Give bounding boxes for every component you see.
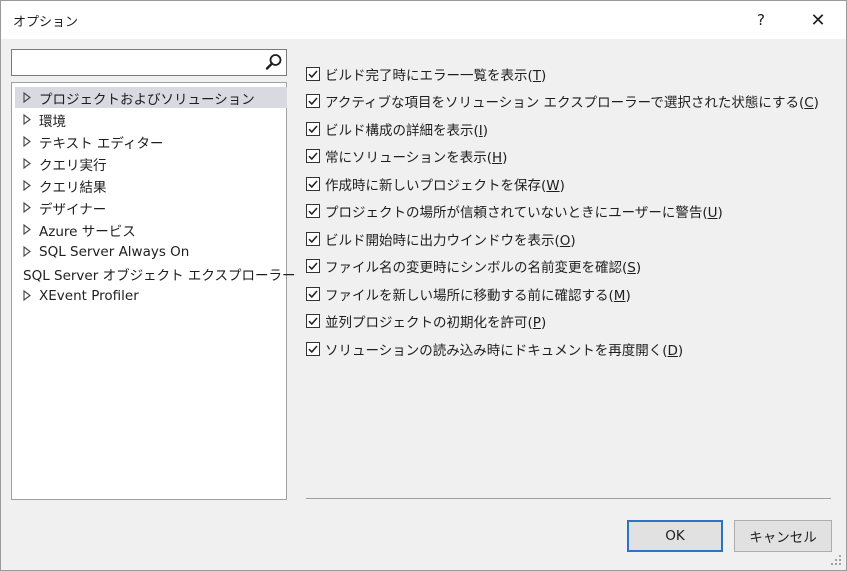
option-label: 常にソリューションを表示(H) bbox=[325, 150, 508, 166]
tree-item-label: クエリ結果 bbox=[39, 179, 107, 196]
tree-item-query-execution[interactable]: クエリ実行 bbox=[15, 153, 287, 174]
cancel-button[interactable]: キャンセル bbox=[734, 520, 832, 552]
option-label: 作成時に新しいプロジェクトを保存(W) bbox=[325, 178, 565, 194]
ok-button[interactable]: OK bbox=[627, 520, 723, 552]
tree-item-environment[interactable]: 環境 bbox=[15, 109, 287, 130]
checkmark-icon bbox=[308, 97, 318, 106]
separator bbox=[306, 498, 831, 499]
tree-item-label: Azure サービス bbox=[39, 223, 136, 240]
search-box bbox=[11, 49, 287, 76]
tree-item-sql-object-explorer[interactable]: SQL Server オブジェクト エクスプローラー bbox=[15, 263, 295, 284]
expand-arrow-icon[interactable] bbox=[19, 153, 35, 174]
checkmark-icon bbox=[308, 235, 318, 244]
title-bar: オプション ? ✕ bbox=[1, 1, 846, 39]
checkbox[interactable] bbox=[306, 177, 320, 191]
checkmark-icon bbox=[308, 125, 318, 134]
help-button[interactable]: ? bbox=[738, 1, 784, 39]
tree-item-projects-solutions[interactable]: プロジェクトおよびソリューション bbox=[15, 87, 287, 108]
option-label: ソリューションの読み込み時にドキュメントを再度開く(D) bbox=[325, 343, 684, 359]
option-label: ファイルを新しい場所に移動する前に確認する(M) bbox=[325, 288, 631, 304]
expand-arrow-icon[interactable] bbox=[19, 175, 35, 196]
checkmark-icon bbox=[308, 345, 318, 354]
option-reopen-documents[interactable]: ソリューションの読み込み時にドキュメントを再度開く(D) bbox=[306, 338, 683, 360]
option-show-error-list[interactable]: ビルド完了時にエラー一覧を表示(T) bbox=[306, 63, 546, 85]
option-track-active-item[interactable]: アクティブな項目をソリューション エクスプローラーで選択された状態にする(C) bbox=[306, 90, 819, 112]
dialog-title: オプション bbox=[13, 15, 79, 30]
tree-item-xevent-profiler[interactable]: XEvent Profiler bbox=[15, 285, 287, 306]
tree-item-sql-always-on[interactable]: SQL Server Always On bbox=[15, 241, 287, 262]
checkbox[interactable] bbox=[306, 314, 320, 328]
checkbox[interactable] bbox=[306, 67, 320, 81]
tree-item-label: SQL Server Always On bbox=[39, 243, 190, 260]
option-always-show-solution[interactable]: 常にソリューションを表示(H) bbox=[306, 145, 507, 167]
checkmark-icon bbox=[308, 290, 318, 299]
option-label: ビルド開始時に出力ウインドウを表示(O) bbox=[325, 233, 576, 249]
tree-item-label: プロジェクトおよびソリューション bbox=[39, 91, 255, 108]
checkmark-icon bbox=[308, 317, 318, 326]
options-dialog: オプション ? ✕ プロジェクトおよびソリューション 環境 テキスト エディター… bbox=[0, 0, 847, 571]
option-save-new-projects[interactable]: 作成時に新しいプロジェクトを保存(W) bbox=[306, 173, 565, 195]
expand-arrow-icon[interactable] bbox=[19, 219, 35, 240]
tree-item-query-results[interactable]: クエリ結果 bbox=[15, 175, 287, 196]
checkmark-icon bbox=[308, 152, 318, 161]
tree-item-label: SQL Server オブジェクト エクスプローラー bbox=[23, 267, 296, 284]
resize-grip-icon[interactable] bbox=[830, 554, 842, 566]
option-confirm-symbol-rename[interactable]: ファイル名の変更時にシンボルの名前変更を確認(S) bbox=[306, 255, 641, 277]
option-label: プロジェクトの場所が信頼されていないときにユーザーに警告(U) bbox=[325, 205, 723, 221]
tree-item-text-editor[interactable]: テキスト エディター bbox=[15, 131, 287, 152]
checkmark-icon bbox=[308, 180, 318, 189]
option-confirm-file-move[interactable]: ファイルを新しい場所に移動する前に確認する(M) bbox=[306, 283, 631, 305]
option-label: ビルド完了時にエラー一覧を表示(T) bbox=[325, 68, 547, 84]
checkbox[interactable] bbox=[306, 287, 320, 301]
tree-item-designers[interactable]: デザイナー bbox=[15, 197, 287, 218]
checkmark-icon bbox=[308, 207, 318, 216]
checkmark-icon bbox=[308, 262, 318, 271]
expand-arrow-icon[interactable] bbox=[19, 109, 35, 130]
expand-arrow-icon[interactable] bbox=[19, 131, 35, 152]
tree-item-label: テキスト エディター bbox=[39, 135, 164, 152]
checkbox[interactable] bbox=[306, 204, 320, 218]
option-parallel-project-init[interactable]: 並列プロジェクトの初期化を許可(P) bbox=[306, 310, 546, 332]
checkbox[interactable] bbox=[306, 342, 320, 356]
option-label: ファイル名の変更時にシンボルの名前変更を確認(S) bbox=[325, 260, 642, 276]
option-show-output-window[interactable]: ビルド開始時に出力ウインドウを表示(O) bbox=[306, 228, 576, 250]
checkbox[interactable] bbox=[306, 94, 320, 108]
checkmark-icon bbox=[308, 70, 318, 79]
expand-arrow-icon[interactable] bbox=[19, 197, 35, 218]
option-label: アクティブな項目をソリューション エクスプローラーで選択された状態にする(C) bbox=[325, 95, 819, 111]
checkbox[interactable] bbox=[306, 232, 320, 246]
option-label: 並列プロジェクトの初期化を許可(P) bbox=[325, 315, 547, 331]
expand-arrow-icon[interactable] bbox=[19, 241, 35, 262]
expand-arrow-icon[interactable] bbox=[19, 87, 35, 108]
tree-item-label: デザイナー bbox=[39, 201, 107, 218]
search-input[interactable] bbox=[12, 50, 260, 75]
option-show-build-config[interactable]: ビルド構成の詳細を表示(I) bbox=[306, 118, 488, 140]
option-warn-untrusted-location[interactable]: プロジェクトの場所が信頼されていないときにユーザーに警告(U) bbox=[306, 200, 723, 222]
category-tree: プロジェクトおよびソリューション 環境 テキスト エディター クエリ実行 クエリ… bbox=[11, 82, 295, 500]
tree-item-label: XEvent Profiler bbox=[39, 287, 139, 304]
checkbox[interactable] bbox=[306, 259, 320, 273]
tree-item-label: クエリ実行 bbox=[39, 157, 107, 174]
checkbox[interactable] bbox=[306, 149, 320, 163]
search-icon[interactable] bbox=[265, 53, 283, 71]
checkbox[interactable] bbox=[306, 122, 320, 136]
option-label: ビルド構成の詳細を表示(I) bbox=[325, 123, 489, 139]
close-button[interactable]: ✕ bbox=[793, 1, 843, 39]
tree-item-azure-services[interactable]: Azure サービス bbox=[15, 219, 287, 240]
tree-item-label: 環境 bbox=[39, 113, 66, 130]
expand-arrow-icon[interactable] bbox=[19, 285, 35, 306]
